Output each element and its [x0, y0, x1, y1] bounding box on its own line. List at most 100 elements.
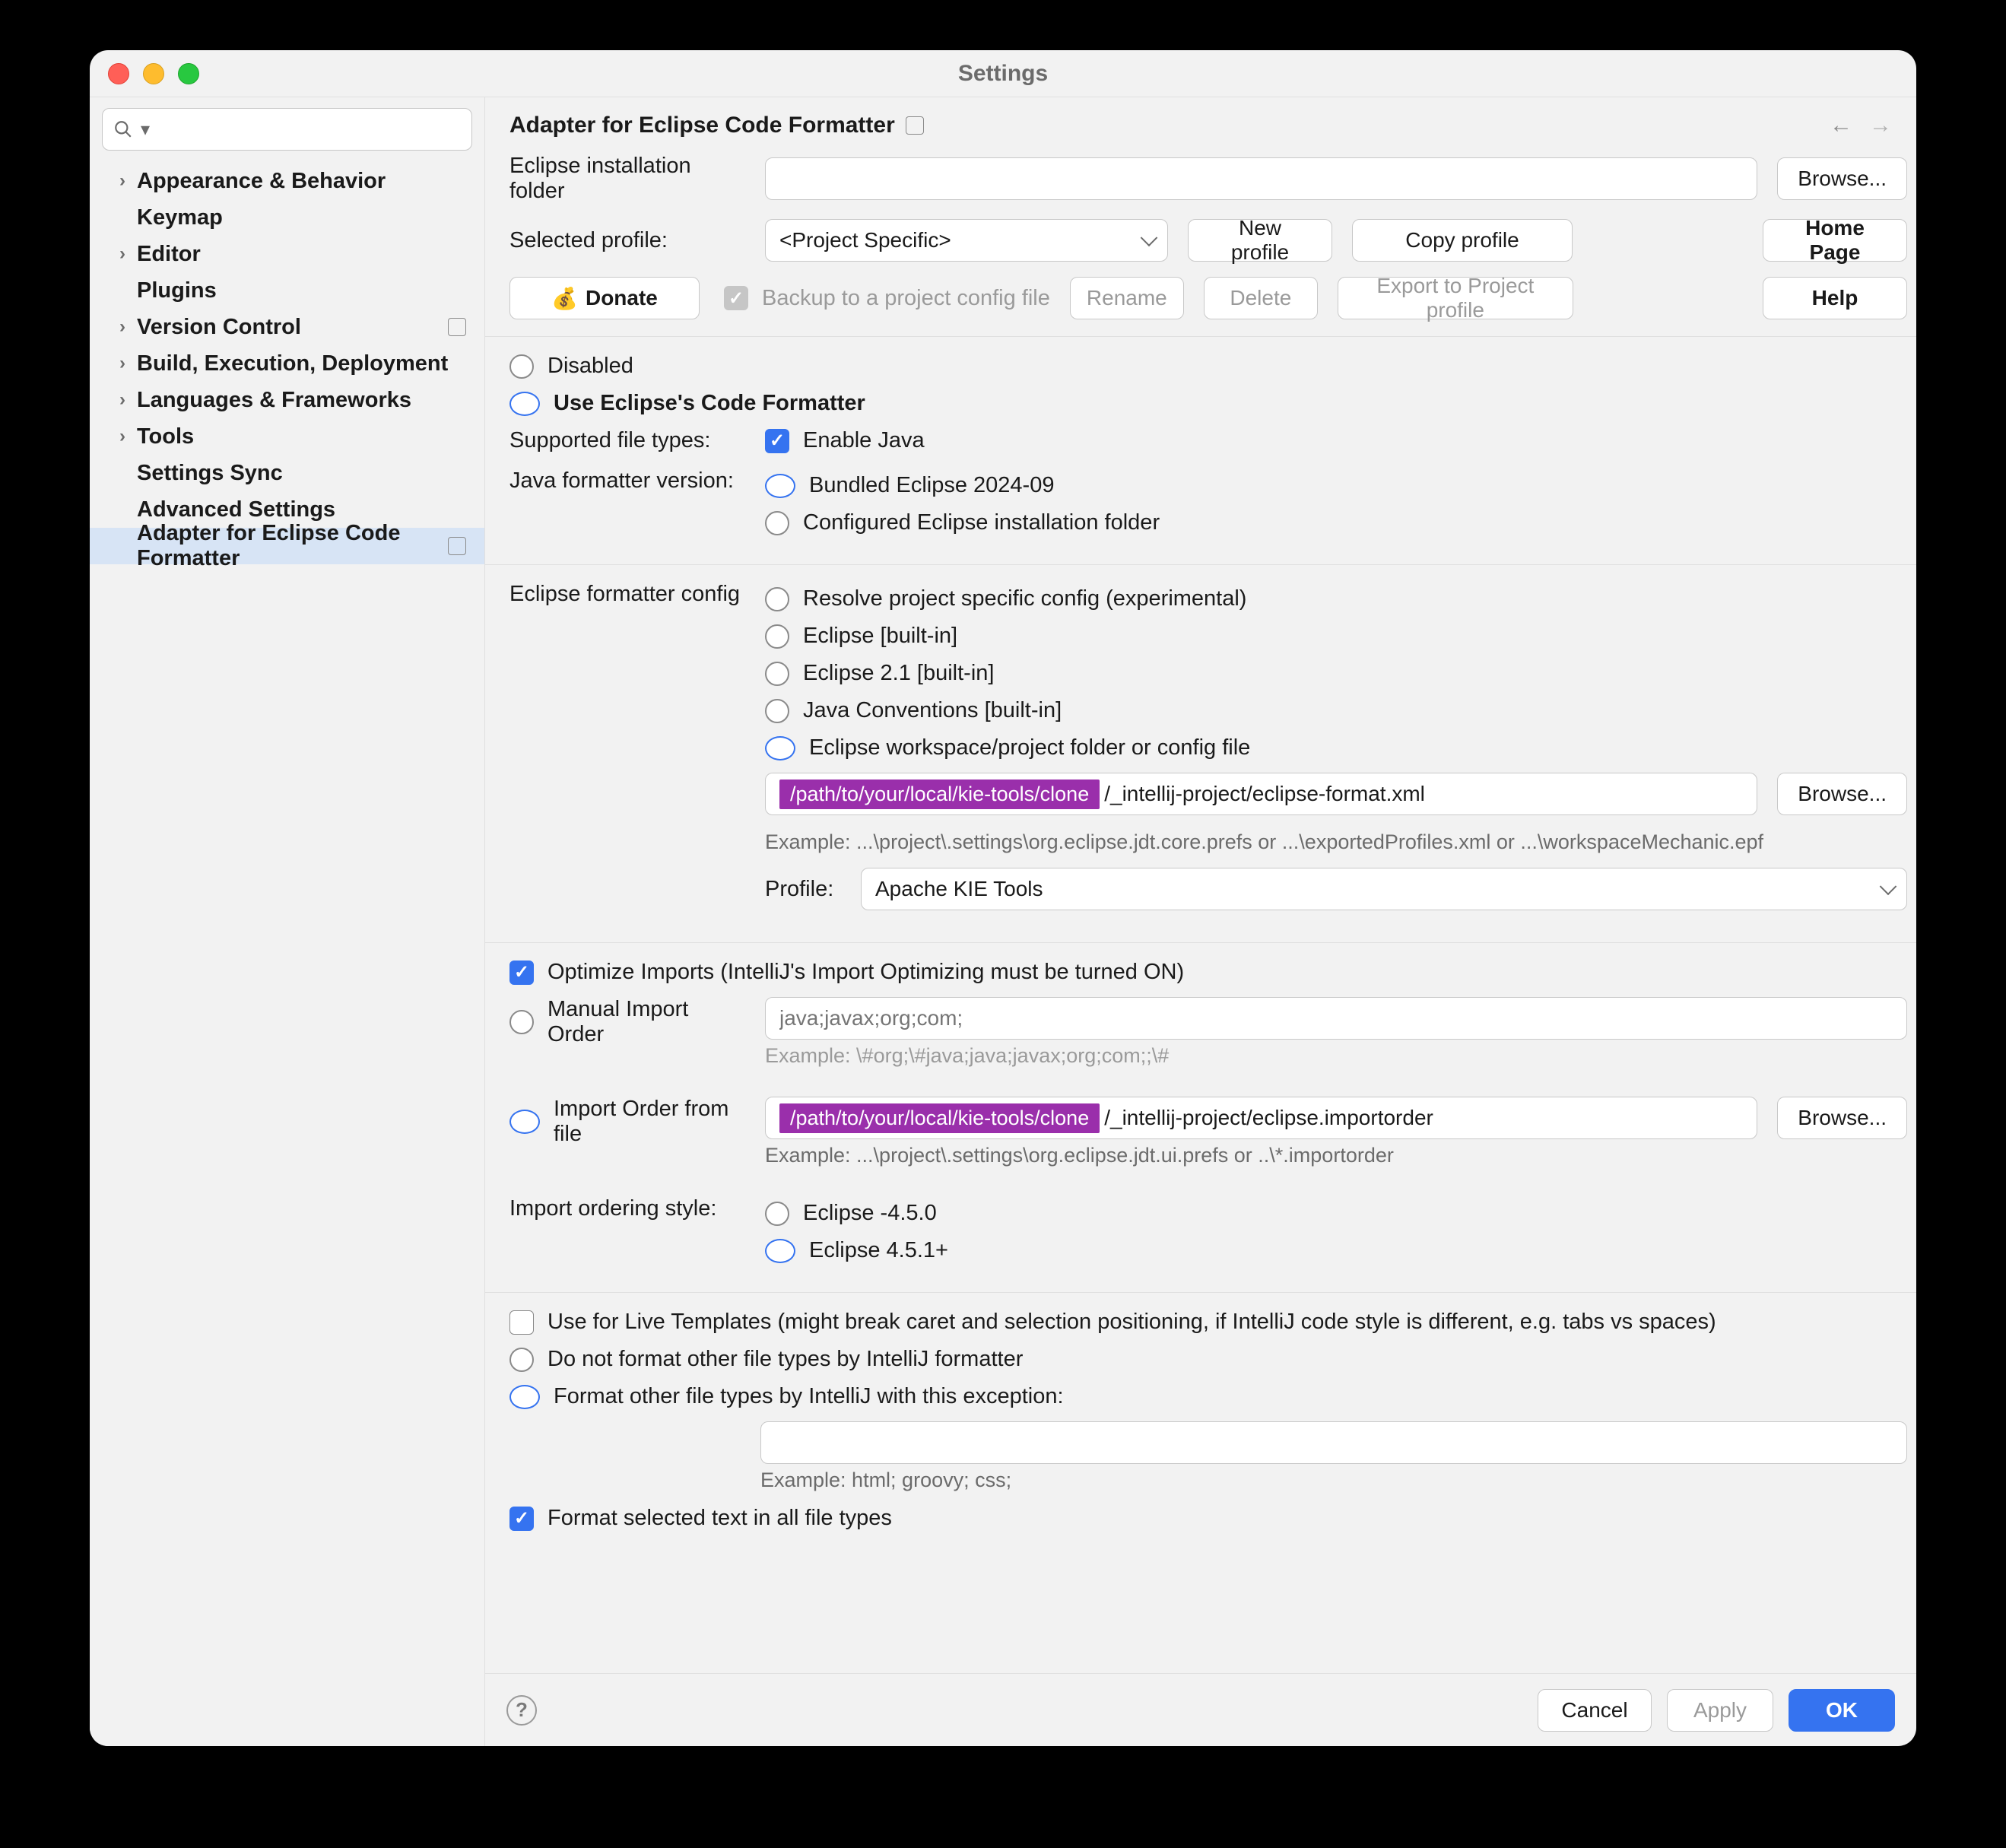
- new-profile-button[interactable]: New profile: [1188, 219, 1332, 262]
- install-folder-input[interactable]: [765, 157, 1757, 200]
- home-page-button[interactable]: Home Page: [1763, 219, 1907, 262]
- content-header: Adapter for Eclipse Code Formatter ← →: [485, 97, 1916, 154]
- sidebar-item-plugins[interactable]: Plugins: [90, 272, 484, 309]
- sidebar-item-tools[interactable]: ›Tools: [90, 418, 484, 455]
- install-folder-label: Eclipse installation folder: [509, 154, 745, 204]
- efc-ws-label: Eclipse workspace/project folder or conf…: [809, 735, 1250, 760]
- efc-conv-radio[interactable]: [765, 699, 789, 723]
- sidebar-item-version-control[interactable]: ›Version Control: [90, 309, 484, 345]
- sidebar-item-languages-frameworks[interactable]: ›Languages & Frameworks: [90, 382, 484, 418]
- efc-ebi-label: Eclipse [built-in]: [803, 624, 957, 649]
- project-scope-icon: [906, 116, 924, 135]
- optimize-imports-label: Optimize Imports (IntelliJ's Import Opti…: [548, 960, 1184, 985]
- mode-use-radio[interactable]: [509, 392, 540, 416]
- copy-profile-button[interactable]: Copy profile: [1352, 219, 1573, 262]
- sidebar-item-keymap[interactable]: Keymap: [90, 199, 484, 236]
- live-templates-label: Use for Live Templates (might break care…: [548, 1310, 1716, 1335]
- efc-ws-radio[interactable]: [765, 736, 795, 760]
- sidebar-item-label: Plugins: [137, 278, 217, 303]
- chevron-right-icon: ›: [108, 426, 137, 447]
- from-file-path-input[interactable]: /path/to/your/local/kie-tools/clone /_in…: [765, 1097, 1757, 1139]
- selected-profile-select[interactable]: <Project Specific>: [765, 219, 1168, 262]
- efc-ebi-radio[interactable]: [765, 624, 789, 649]
- format-except-example: Example: html; groovy; css;: [760, 1469, 1907, 1492]
- mode-disabled-label: Disabled: [548, 354, 633, 379]
- format-except-input[interactable]: [760, 1421, 1907, 1464]
- export-button: Export to Project profile: [1338, 277, 1573, 319]
- help-button[interactable]: Help: [1763, 277, 1907, 319]
- efc-path-input[interactable]: /path/to/your/local/kie-tools/clone /_in…: [765, 773, 1757, 815]
- chevron-right-icon: ›: [108, 170, 137, 192]
- ordering-b-radio[interactable]: [765, 1239, 795, 1263]
- ordering-label: Import ordering style:: [509, 1196, 745, 1221]
- format-selected-checkbox[interactable]: [509, 1507, 534, 1531]
- sidebar-item-label: Settings Sync: [137, 461, 283, 486]
- sidebar-item-appearance-behavior[interactable]: ›Appearance & Behavior: [90, 163, 484, 199]
- close-icon[interactable]: [108, 63, 129, 84]
- jfv-bundled-label: Bundled Eclipse 2024-09: [809, 473, 1054, 498]
- mode-disabled-radio[interactable]: [509, 354, 534, 379]
- install-folder-browse-button[interactable]: Browse...: [1777, 157, 1907, 200]
- selected-profile-value: <Project Specific>: [779, 228, 951, 252]
- backup-checkbox: [724, 286, 748, 310]
- ordering-a-label: Eclipse -4.5.0: [803, 1201, 937, 1226]
- efc-profile-select[interactable]: Apache KIE Tools: [861, 868, 1907, 910]
- efc-e21-radio[interactable]: [765, 662, 789, 686]
- efc-resolve-label: Resolve project specific config (experim…: [803, 586, 1246, 611]
- sidebar-item-adapter-for-eclipse-code-formatter[interactable]: Adapter for Eclipse Code Formatter: [90, 528, 484, 564]
- manual-order-input: [765, 997, 1907, 1040]
- efc-label: Eclipse formatter config: [509, 582, 745, 607]
- sidebar-item-label: Version Control: [137, 315, 301, 340]
- from-file-path-rest: /_intellij-project/eclipse.importorder: [1100, 1106, 1433, 1130]
- sidebar-item-label: Adapter for Eclipse Code Formatter: [137, 521, 484, 571]
- from-file-radio[interactable]: [509, 1110, 540, 1134]
- jfv-bundled-radio[interactable]: [765, 474, 795, 498]
- efc-browse-button[interactable]: Browse...: [1777, 773, 1907, 815]
- enable-java-label: Enable Java: [803, 428, 925, 453]
- no-format-label: Do not format other file types by Intell…: [548, 1347, 1023, 1372]
- selected-profile-label: Selected profile:: [509, 228, 745, 253]
- search-input[interactable]: ▾: [102, 108, 472, 151]
- efc-path-rest: /_intellij-project/eclipse-format.xml: [1100, 782, 1425, 806]
- sidebar-item-build-execution-deployment[interactable]: ›Build, Execution, Deployment: [90, 345, 484, 382]
- titlebar: Settings: [90, 50, 1916, 97]
- supported-label: Supported file types:: [509, 428, 745, 453]
- efc-profile-label: Profile:: [765, 877, 841, 902]
- ok-button[interactable]: OK: [1789, 1689, 1895, 1732]
- nav-back-icon[interactable]: ←: [1830, 113, 1852, 138]
- manual-order-label: Manual Import Order: [548, 997, 745, 1047]
- sidebar: ▾ ›Appearance & BehaviorKeymap›EditorPlu…: [90, 97, 485, 1746]
- cancel-button[interactable]: Cancel: [1538, 1689, 1652, 1732]
- optimize-imports-checkbox[interactable]: [509, 961, 534, 985]
- from-file-browse-button[interactable]: Browse...: [1777, 1097, 1907, 1139]
- sidebar-item-editor[interactable]: ›Editor: [90, 236, 484, 272]
- jfv-configured-radio[interactable]: [765, 511, 789, 535]
- window-title: Settings: [958, 61, 1048, 87]
- jfv-configured-label: Configured Eclipse installation folder: [803, 510, 1160, 535]
- chevron-right-icon: ›: [108, 316, 137, 338]
- chevron-right-icon: ›: [108, 243, 137, 265]
- no-format-radio[interactable]: [509, 1348, 534, 1372]
- format-except-label: Format other file types by IntelliJ with…: [554, 1384, 1064, 1409]
- efc-resolve-radio[interactable]: [765, 587, 789, 611]
- format-except-radio[interactable]: [509, 1385, 540, 1409]
- zoom-icon[interactable]: [178, 63, 199, 84]
- mode-use-label: Use Eclipse's Code Formatter: [554, 391, 865, 416]
- rename-button: Rename: [1070, 277, 1184, 319]
- project-scope-icon: [448, 537, 466, 555]
- live-templates-checkbox[interactable]: [509, 1310, 534, 1335]
- help-icon[interactable]: ?: [506, 1695, 537, 1726]
- sidebar-item-label: Editor: [137, 242, 201, 267]
- nav-forward-icon: →: [1869, 113, 1892, 138]
- manual-order-radio[interactable]: [509, 1010, 534, 1034]
- enable-java-checkbox[interactable]: [765, 429, 789, 453]
- ordering-a-radio[interactable]: [765, 1202, 789, 1226]
- sidebar-item-settings-sync[interactable]: Settings Sync: [90, 455, 484, 491]
- from-file-label: Import Order from file: [554, 1097, 745, 1147]
- main-panel: Adapter for Eclipse Code Formatter ← → E…: [485, 97, 1916, 1746]
- settings-tree: ›Appearance & BehaviorKeymap›EditorPlugi…: [90, 158, 484, 564]
- project-scope-icon: [448, 318, 466, 336]
- minimize-icon[interactable]: [143, 63, 164, 84]
- from-file-example: Example: ...\project\.settings\org.eclip…: [765, 1144, 1907, 1167]
- donate-button[interactable]: 💰 Donate: [509, 277, 700, 319]
